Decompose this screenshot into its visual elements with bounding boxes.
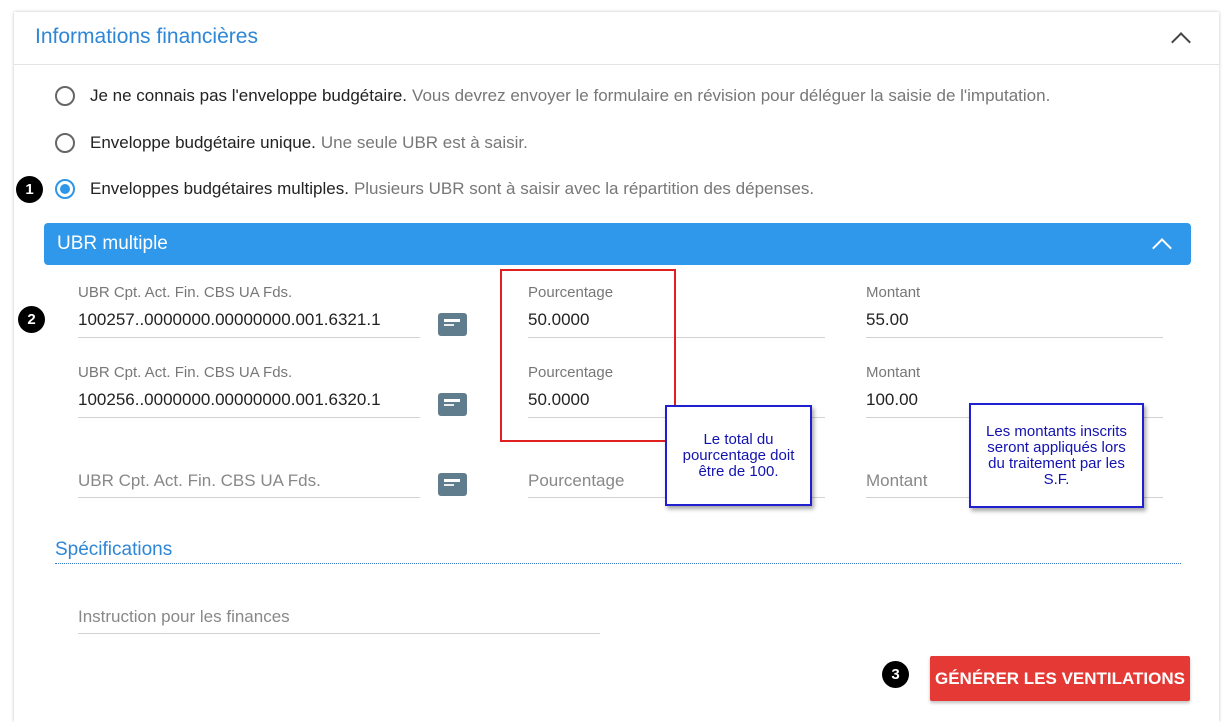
radio-option-unknown[interactable]: Je ne connais pas l'enveloppe budgétaire… (55, 81, 1050, 111)
radio-multiple[interactable] (55, 179, 75, 199)
radio-label: Enveloppes budgétaires multiples. (90, 179, 349, 198)
instruction-placeholder: Instruction pour les finances (78, 607, 290, 626)
ubr-value: 100256..0000000.00000000.001.6320.1 (78, 390, 381, 409)
ubr-label: UBR Cpt. Act. Fin. CBS UA Fds. (78, 284, 293, 301)
step-badge-2: 2 (18, 306, 45, 333)
ubr-multiple-title: UBR multiple (57, 233, 168, 254)
specifications-title: Spécifications (55, 539, 173, 560)
ubr-multiple-header[interactable]: UBR multiple (44, 223, 1191, 265)
ubr-label: UBR Cpt. Act. Fin. CBS UA Fds. (78, 364, 293, 381)
radio-single[interactable] (55, 133, 75, 153)
ubr-placeholder: UBR Cpt. Act. Fin. CBS UA Fds. (78, 471, 321, 490)
ubr-value: 100257..0000000.00000000.001.6321.1 (78, 310, 381, 329)
amount-value: 55.00 (866, 310, 909, 329)
amount-note: Les montants inscrits seront appliqués l… (969, 403, 1144, 508)
panel-header[interactable]: Informations financières (14, 12, 1219, 65)
percentage-highlight-box (500, 269, 676, 442)
radio-description: Plusieurs UBR sont à saisir avec la répa… (353, 179, 815, 198)
percentage-placeholder: Pourcentage (528, 471, 625, 490)
amount-value: 100.00 (866, 390, 918, 409)
lookup-card-icon[interactable] (438, 473, 467, 496)
radio-label: Enveloppe budgétaire unique. (90, 133, 316, 152)
amount-label: Montant (866, 284, 921, 301)
lookup-card-icon[interactable] (438, 393, 467, 416)
specifications-divider (55, 563, 1181, 564)
radio-description: Une seule UBR est à saisir. (320, 133, 528, 152)
radio-unknown[interactable] (55, 86, 75, 106)
ubr-field[interactable]: UBR Cpt. Act. Fin. CBS UA Fds. 100257..0… (78, 284, 420, 338)
chevron-up-icon[interactable] (1171, 32, 1191, 52)
amount-field[interactable]: Montant 55.00 (866, 284, 1163, 338)
step-badge-1: 1 (16, 176, 43, 203)
radio-option-multiple[interactable]: Enveloppes budgétaires multiples. Plusie… (55, 174, 814, 204)
step-badge-3: 3 (882, 661, 909, 688)
amount-placeholder: Montant (866, 471, 928, 490)
ubr-field[interactable]: UBR Cpt. Act. Fin. CBS UA Fds. 100256..0… (78, 364, 420, 418)
radio-option-single[interactable]: Enveloppe budgétaire unique. Une seule U… (55, 128, 528, 158)
panel-title: Informations financières (35, 25, 258, 48)
ubr-input-empty[interactable]: UBR Cpt. Act. Fin. CBS UA Fds. (78, 470, 420, 498)
radio-description: Vous devrez envoyer le formulaire en rév… (412, 86, 1051, 105)
lookup-card-icon[interactable] (438, 313, 467, 336)
radio-label: Je ne connais pas l'enveloppe budgétaire… (90, 86, 408, 105)
chevron-up-icon[interactable] (1152, 238, 1172, 258)
amount-label: Montant (866, 364, 921, 381)
percentage-note: Le total du pourcentage doit être de 100… (665, 405, 812, 506)
generate-breakdowns-button[interactable]: GÉNÉRER LES VENTILATIONS (930, 656, 1190, 701)
instruction-input[interactable]: Instruction pour les finances (78, 606, 600, 634)
